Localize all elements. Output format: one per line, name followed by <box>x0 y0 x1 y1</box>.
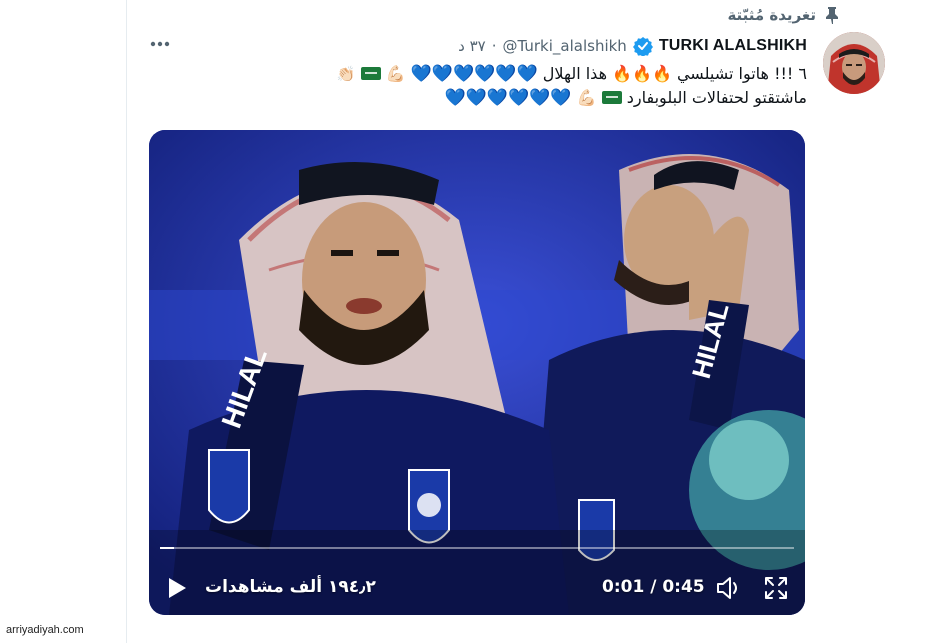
play-icon[interactable] <box>167 577 187 599</box>
clap-emoji: 👏🏻 <box>336 65 356 83</box>
blue-hearts-emoji: 💙💙💙💙💙💙 <box>410 64 538 84</box>
fire-emoji: 🔥🔥🔥 <box>612 64 672 83</box>
verified-badge-icon <box>632 37 653 56</box>
video-controls: ١٩٤٫٢ ألف مشاهدات 0:01 / 0:45 <box>149 565 805 610</box>
time-separator: / <box>644 577 663 597</box>
saudi-flag-emoji <box>360 67 381 80</box>
video-frame: HILAL HILAL <box>149 130 805 615</box>
avatar-image <box>823 32 885 94</box>
current-time: 0:01 <box>602 577 645 597</box>
blue-hearts-emoji-2: 💙💙💙💙💙💙 <box>444 88 572 108</box>
tweet-text-line-2: ماشتقتو لحتفالات البلوبفارد 💪🏻 💙💙💙💙💙💙 <box>167 86 807 110</box>
pinned-label: تغريدة مُثبّتة <box>727 6 816 24</box>
avatar[interactable] <box>823 32 885 94</box>
fullscreen-icon[interactable] <box>763 575 789 601</box>
tweet-text-part-1: !!! هاتوا تشيلسي <box>676 64 794 83</box>
page: تغريدة مُثبّتة ٣٧ د · @Turki_alalshikh T… <box>0 0 950 643</box>
tweet-header: ٣٧ د · @Turki_alalshikh TURKI ALALSHIKH <box>458 36 807 56</box>
more-options-icon[interactable] <box>149 36 171 52</box>
volume-icon[interactable] <box>715 575 743 601</box>
watermark: arriyadiyah.com <box>6 624 84 636</box>
saudi-flag-emoji-2 <box>601 91 622 104</box>
video-progress-fill <box>160 547 174 549</box>
video-progress-bar[interactable] <box>160 547 794 549</box>
tweet-text: ٦ !!! هاتوا تشيلسي 🔥🔥🔥 هذا الهلال 💙💙💙💙💙💙… <box>167 62 807 110</box>
tweet-timestamp[interactable]: ٣٧ د <box>458 37 486 55</box>
pin-icon <box>826 7 838 24</box>
video-player[interactable]: HILAL HILAL <box>149 130 805 615</box>
tweet-text-part-2: هذا الهلال <box>542 64 607 83</box>
tweet-handle[interactable]: @Turki_alalshikh <box>503 37 627 55</box>
tweet-text-line-1: ٦ !!! هاتوا تشيلسي 🔥🔥🔥 هذا الهلال 💙💙💙💙💙💙… <box>167 62 807 86</box>
flexed-arm-emoji-2: 💪🏻 <box>576 88 597 107</box>
display-name[interactable]: TURKI ALALSHIKH <box>659 37 807 55</box>
header-separator: · <box>491 37 497 55</box>
left-gutter <box>0 0 127 643</box>
view-count: ١٩٤٫٢ ألف مشاهدات <box>205 577 376 597</box>
tweet-text-part-3: ماشتقتو لحتفالات البلوبفارد <box>626 88 807 107</box>
tweet-number: ٦ <box>798 64 807 83</box>
duration: 0:45 <box>662 577 705 597</box>
pinned-indicator: تغريدة مُثبّتة <box>727 6 840 24</box>
time-readout: 0:01 / 0:45 <box>602 577 705 597</box>
flexed-arm-emoji: 💪🏻 <box>385 64 406 83</box>
